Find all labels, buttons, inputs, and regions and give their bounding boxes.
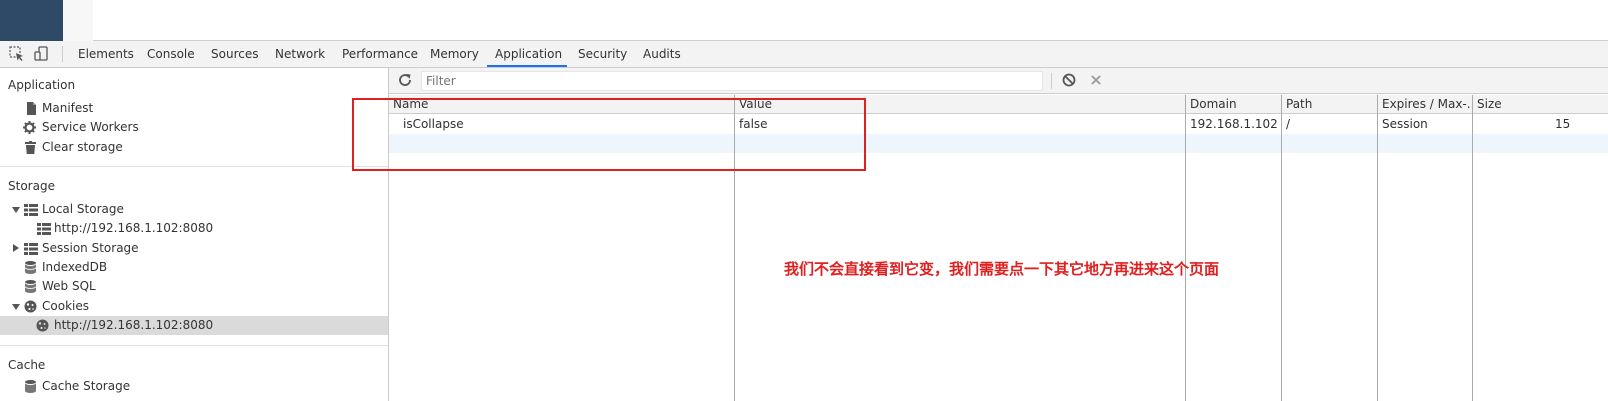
grid-icon — [37, 222, 51, 235]
sidebar-item-session-storage[interactable]: Session Storage — [0, 239, 388, 258]
application-sidebar: Application Manifest Service Workers Cle… — [0, 68, 389, 401]
refresh-icon[interactable] — [397, 72, 415, 90]
column-divider[interactable] — [1185, 95, 1186, 401]
sidebar-item-label: Manifest — [42, 101, 94, 115]
annotation-text: 我们不会直接看到它变，我们需要点一下其它地方再进来这个页面 — [784, 260, 1220, 278]
highlight-box — [352, 98, 866, 171]
expand-arrow-icon[interactable] — [12, 207, 20, 213]
delete-selected-icon[interactable] — [1088, 72, 1106, 90]
sidebar-item-label: Service Workers — [42, 120, 139, 134]
device-toolbar-icon[interactable] — [32, 45, 50, 63]
cell-size[interactable]: 15 — [1555, 115, 1570, 134]
sidebar-item-web-sql[interactable]: Web SQL — [0, 277, 388, 296]
sidebar-item-manifest[interactable]: Manifest — [0, 99, 388, 118]
inspect-element-icon[interactable] — [8, 45, 26, 63]
tab-memory[interactable]: Memory — [422, 41, 487, 67]
tab-performance[interactable]: Performance — [334, 41, 426, 67]
cookie-icon — [24, 300, 37, 313]
section-divider — [0, 345, 388, 346]
sidebar-item-label: Cache Storage — [42, 379, 131, 393]
expand-arrow-icon[interactable] — [13, 244, 19, 252]
cell-expires[interactable]: Session — [1382, 115, 1428, 134]
page-header-block — [0, 0, 63, 41]
grid-icon — [24, 203, 38, 216]
sidebar-item-label: Clear storage — [42, 140, 123, 154]
filter-input[interactable] — [421, 71, 1043, 91]
sidebar-item-cookies-origin[interactable]: http://192.168.1.102:8080 — [0, 316, 388, 335]
sidebar-item-label: IndexedDB — [42, 260, 108, 274]
section-title-storage: Storage — [8, 179, 55, 193]
tab-sources[interactable]: Sources — [203, 41, 266, 67]
sidebar-item-label: Web SQL — [42, 279, 96, 293]
file-icon — [25, 102, 37, 115]
tab-security[interactable]: Security — [570, 41, 635, 67]
sidebar-item-service-workers[interactable]: Service Workers — [0, 118, 388, 137]
database-icon — [25, 380, 37, 393]
browser-top-area — [0, 0, 1608, 41]
column-header-expires[interactable]: Expires / Max-... — [1378, 95, 1472, 114]
column-divider[interactable] — [1281, 95, 1282, 401]
sidebar-item-clear-storage[interactable]: Clear storage — [0, 138, 388, 157]
section-divider — [0, 166, 388, 167]
clear-all-icon[interactable] — [1061, 72, 1079, 90]
page-header-strip — [63, 0, 93, 41]
column-header-path[interactable]: Path — [1282, 95, 1377, 114]
tab-elements[interactable]: Elements — [70, 41, 142, 67]
database-icon — [24, 280, 37, 293]
cell-domain[interactable]: 192.168.1.102 — [1190, 115, 1278, 134]
sidebar-item-indexeddb[interactable]: IndexedDB — [0, 258, 388, 277]
grid-icon — [24, 242, 38, 255]
column-header-domain[interactable]: Domain — [1186, 95, 1281, 114]
sidebar-item-label: Session Storage — [42, 241, 139, 255]
sidebar-item-cookies[interactable]: Cookies — [0, 297, 388, 316]
sidebar-item-label: http://192.168.1.102:8080 — [54, 318, 214, 332]
sidebar-item-local-storage-origin[interactable]: http://192.168.1.102:8080 — [0, 219, 388, 238]
column-header-size[interactable]: Size — [1473, 95, 1608, 114]
database-icon — [24, 261, 37, 274]
section-title-cache: Cache — [8, 358, 46, 372]
toolbar-separator — [1051, 73, 1052, 89]
toolbar-separator — [62, 46, 63, 62]
trash-icon — [25, 141, 37, 154]
column-divider[interactable] — [1377, 95, 1378, 401]
tab-console[interactable]: Console — [139, 41, 203, 67]
tab-audits[interactable]: Audits — [635, 41, 689, 67]
sidebar-item-label: Cookies — [42, 299, 89, 313]
sidebar-item-cache-storage[interactable]: Cache Storage — [0, 377, 388, 396]
expand-arrow-icon[interactable] — [12, 304, 20, 310]
devtools-tabbar: Elements Console Sources Network Perform… — [0, 41, 1608, 68]
section-title-application: Application — [8, 78, 76, 92]
cookie-icon — [36, 319, 49, 332]
gear-icon — [23, 121, 36, 134]
tab-network[interactable]: Network — [267, 41, 333, 67]
column-divider[interactable] — [1472, 95, 1473, 401]
tab-application[interactable]: Application — [487, 41, 567, 67]
sidebar-item-local-storage[interactable]: Local Storage — [0, 200, 388, 219]
sidebar-item-label: Local Storage — [42, 202, 124, 216]
cell-path[interactable]: / — [1286, 115, 1290, 134]
sidebar-item-label: http://192.168.1.102:8080 — [54, 221, 214, 235]
cookies-toolbar — [389, 68, 1608, 94]
